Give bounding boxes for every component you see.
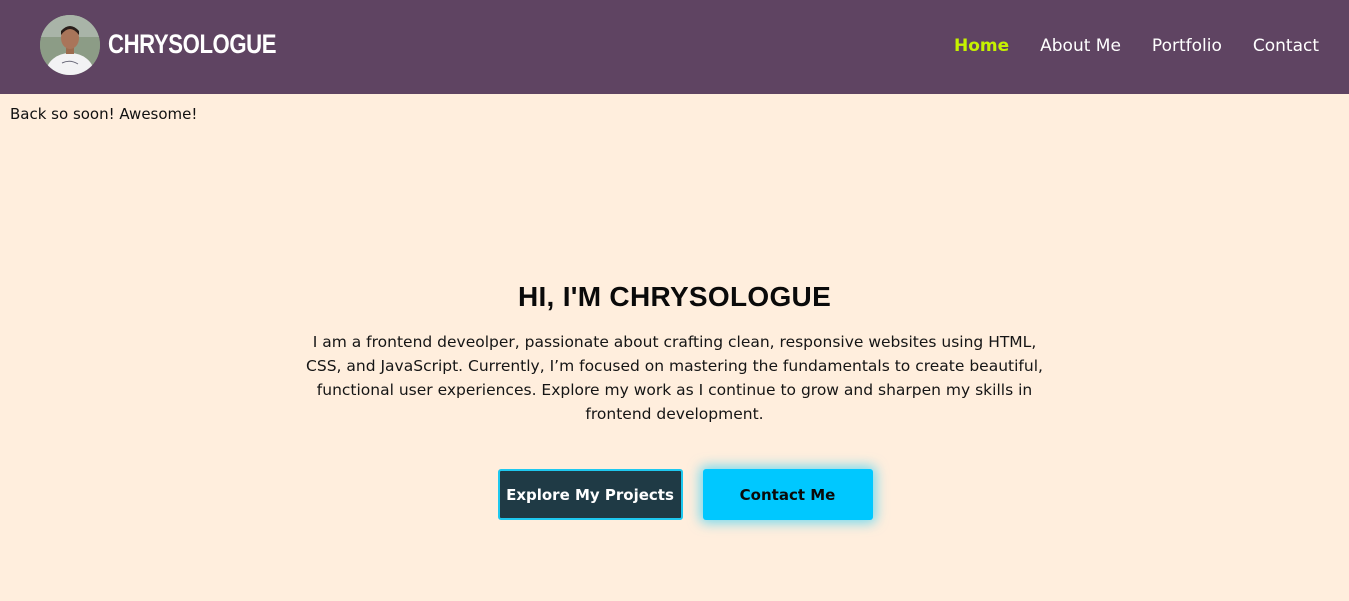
avatar[interactable] (40, 15, 100, 75)
explore-projects-button[interactable]: Explore My Projects (497, 469, 683, 520)
hero-description: I am a frontend deveolper, passionate ab… (306, 333, 1043, 423)
brand-logo[interactable]: CHRYSOLOGUE (108, 26, 277, 62)
hero-buttons: Explore My Projects Contact Me (0, 469, 1349, 520)
nav-link-portfolio[interactable]: Portfolio (1152, 36, 1222, 56)
welcome-message: Back so soon! Awesome! (10, 105, 198, 123)
nav-link-about-me[interactable]: About Me (1040, 36, 1121, 56)
hero-title: HI, I'M CHRYSOLOGUE (517, 281, 832, 312)
hero-section: HI, I'M CHRYSOLOGUE I am a frontend deve… (0, 280, 1349, 520)
main-nav: Home About Me Portfolio Contact (923, 33, 1319, 59)
nav-link-home[interactable]: Home (954, 36, 1009, 56)
contact-me-button[interactable]: Contact Me (702, 469, 873, 520)
navbar: CHRYSOLOGUE Home About Me Portfolio Cont… (0, 0, 1349, 94)
avatar-photo (40, 15, 100, 75)
nav-link-contact[interactable]: Contact (1253, 36, 1319, 56)
